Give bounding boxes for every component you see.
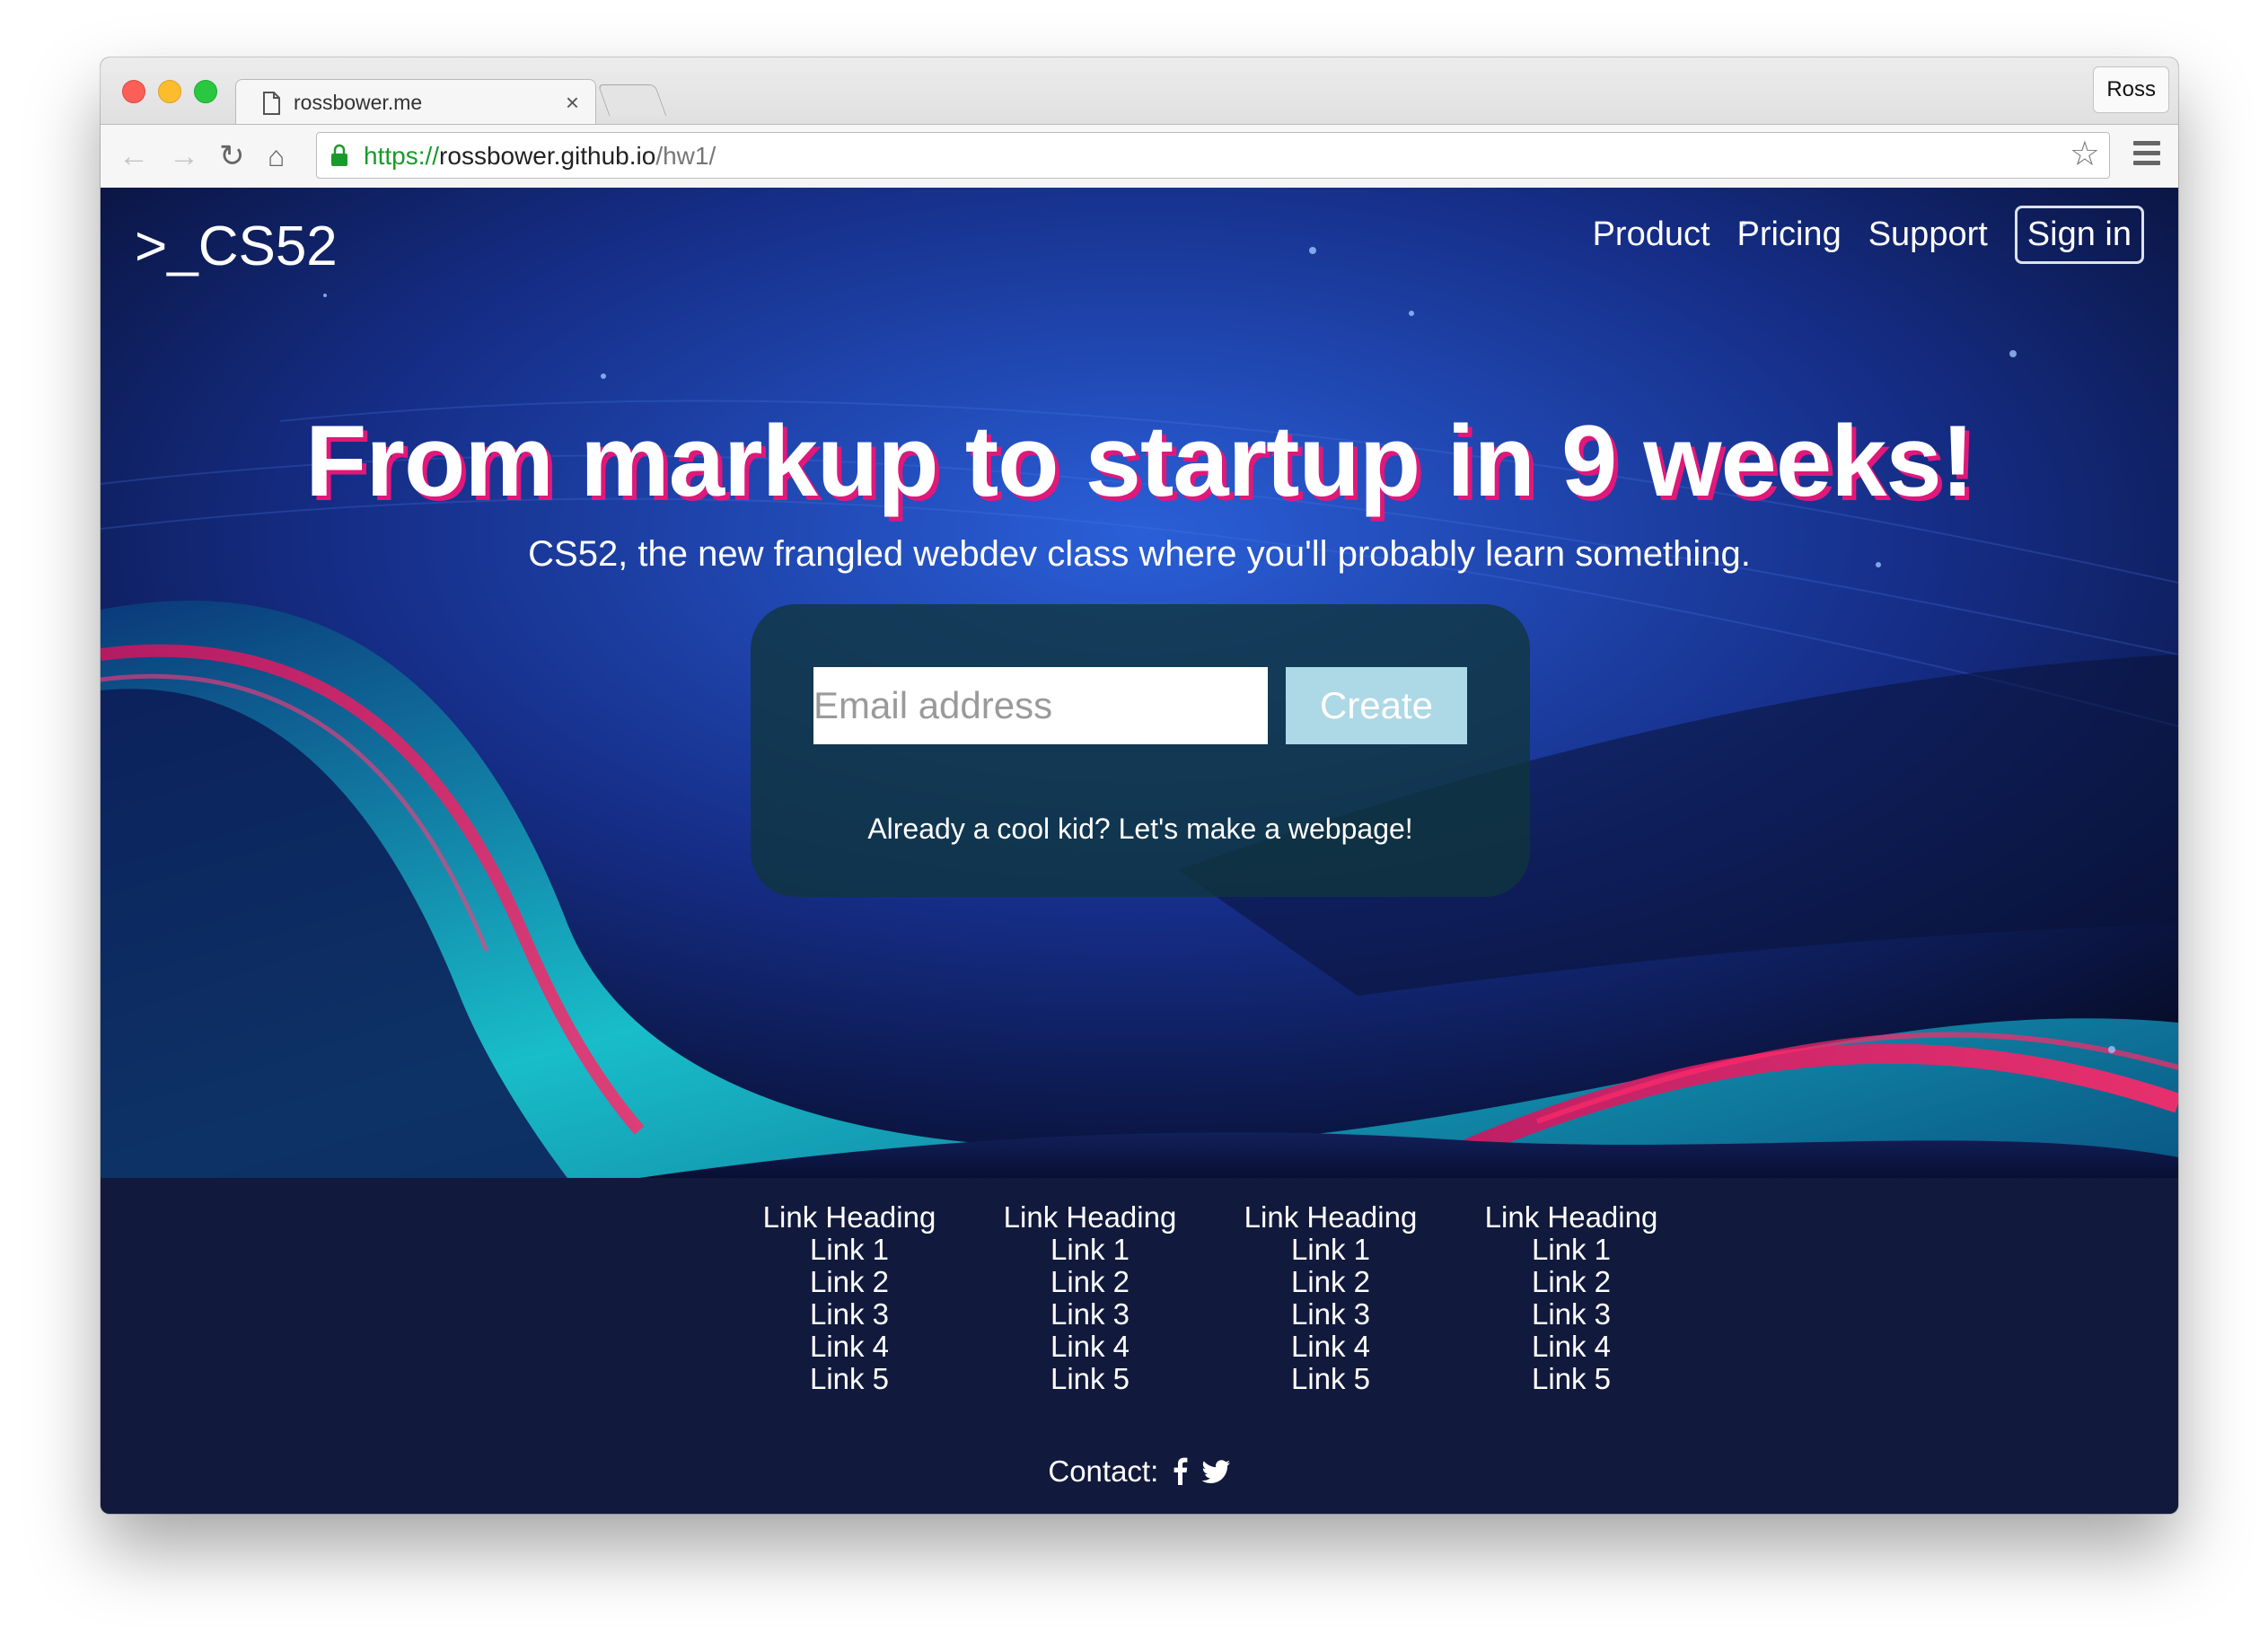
footer-link[interactable]: Link 1	[729, 1234, 970, 1266]
sign-in-button[interactable]: Sign in	[2014, 206, 2144, 264]
minimize-window-button[interactable]	[158, 80, 181, 103]
footer-link[interactable]: Link 3	[729, 1298, 970, 1331]
nav-pricing[interactable]: Pricing	[1737, 215, 1842, 254]
address-bar[interactable]: https://rossbower.github.io/hw1/ ☆	[316, 132, 2110, 179]
footer-link[interactable]: Link 4	[970, 1331, 1210, 1363]
footer-link[interactable]: Link 5	[970, 1363, 1210, 1395]
menu-icon[interactable]	[2133, 141, 2160, 170]
footer-link[interactable]: Link 1	[1451, 1234, 1692, 1266]
footer-columns: Link Heading Link 1 Link 2 Link 3 Link 4…	[729, 1201, 1717, 1395]
close-tab-icon[interactable]: ×	[566, 89, 579, 117]
new-tab-button[interactable]	[597, 84, 667, 116]
footer-link[interactable]: Link 2	[1451, 1266, 1692, 1298]
tab-bar: rossbower.me × Ross	[101, 57, 2178, 125]
profile-button[interactable]: Ross	[2093, 66, 2169, 113]
footer-link[interactable]: Link 4	[1451, 1331, 1692, 1363]
footer-link[interactable]: Link 2	[729, 1266, 970, 1298]
create-button[interactable]: Create	[1286, 667, 1467, 744]
tab-title: rossbower.me	[294, 91, 423, 114]
footer-link[interactable]: Link 4	[1210, 1331, 1451, 1363]
contact-row: Contact:	[101, 1454, 2178, 1489]
browser-toolbar: ← → ↻ ⌂ https://rossbower.github.io/hw1/…	[101, 124, 2178, 189]
main-nav: Product Pricing Support Sign in	[1566, 206, 2144, 264]
brand-logo[interactable]: >_CS52	[135, 215, 338, 278]
hero-headline: From markup to startup in 9 weeks!	[305, 405, 1974, 517]
footer-column: Link Heading Link 1 Link 2 Link 3 Link 4…	[729, 1201, 970, 1395]
footer-link[interactable]: Link 2	[1210, 1266, 1451, 1298]
footer-heading: Link Heading	[762, 1200, 936, 1234]
contact-label: Contact:	[1048, 1454, 1159, 1488]
hero-subheadline: CS52, the new frangled webdev class wher…	[528, 534, 1751, 574]
footer-column: Link Heading Link 1 Link 2 Link 3 Link 4…	[1210, 1201, 1451, 1395]
footer-heading: Link Heading	[1244, 1200, 1418, 1234]
facebook-icon[interactable]	[1172, 1456, 1188, 1485]
email-input[interactable]	[813, 667, 1268, 744]
footer-link[interactable]: Link 3	[1451, 1298, 1692, 1331]
star-icon[interactable]: ☆	[2070, 136, 2100, 172]
footer-link[interactable]: Link 5	[1451, 1363, 1692, 1395]
cool-kid-link[interactable]: Already a cool kid? Let's make a webpage…	[751, 813, 1530, 846]
footer-link[interactable]: Link 4	[729, 1331, 970, 1363]
hero-section: >_CS52 Product Pricing Support Sign in F…	[101, 188, 2178, 1178]
footer-column: Link Heading Link 1 Link 2 Link 3 Link 4…	[1451, 1201, 1692, 1395]
reload-icon[interactable]: ↻	[219, 134, 245, 179]
page-icon	[263, 92, 280, 115]
nav-product[interactable]: Product	[1593, 215, 1710, 254]
footer-link[interactable]: Link 1	[970, 1234, 1210, 1266]
url-text: https://rossbower.github.io/hw1/	[364, 142, 716, 171]
footer-link[interactable]: Link 3	[970, 1298, 1210, 1331]
nav-support[interactable]: Support	[1868, 215, 1988, 254]
zoom-window-button[interactable]	[194, 80, 217, 103]
url-host: rossbower.github.io	[439, 142, 656, 170]
footer-link[interactable]: Link 5	[729, 1363, 970, 1395]
footer-link[interactable]: Link 3	[1210, 1298, 1451, 1331]
footer: Link Heading Link 1 Link 2 Link 3 Link 4…	[101, 1178, 2178, 1514]
footer-link[interactable]: Link 2	[970, 1266, 1210, 1298]
footer-heading: Link Heading	[1484, 1200, 1658, 1234]
tab-rossbower[interactable]: rossbower.me ×	[235, 79, 596, 125]
footer-column: Link Heading Link 1 Link 2 Link 3 Link 4…	[970, 1201, 1210, 1395]
url-scheme: https://	[364, 142, 440, 170]
browser-window: rossbower.me × Ross ← → ↻ ⌂ https://ross…	[101, 57, 2178, 1514]
forward-icon[interactable]: →	[169, 134, 199, 179]
lock-icon	[331, 144, 347, 166]
url-path: /hw1/	[655, 142, 716, 170]
close-window-button[interactable]	[122, 80, 145, 103]
twitter-icon[interactable]	[1201, 1460, 1231, 1485]
footer-link[interactable]: Link 1	[1210, 1234, 1451, 1266]
footer-link[interactable]: Link 5	[1210, 1363, 1451, 1395]
footer-heading: Link Heading	[1003, 1200, 1177, 1234]
web-page: >_CS52 Product Pricing Support Sign in F…	[101, 188, 2178, 1514]
signup-card: Create Already a cool kid? Let's make a …	[751, 604, 1530, 897]
back-icon[interactable]: ←	[119, 134, 149, 179]
home-icon[interactable]: ⌂	[268, 134, 285, 179]
